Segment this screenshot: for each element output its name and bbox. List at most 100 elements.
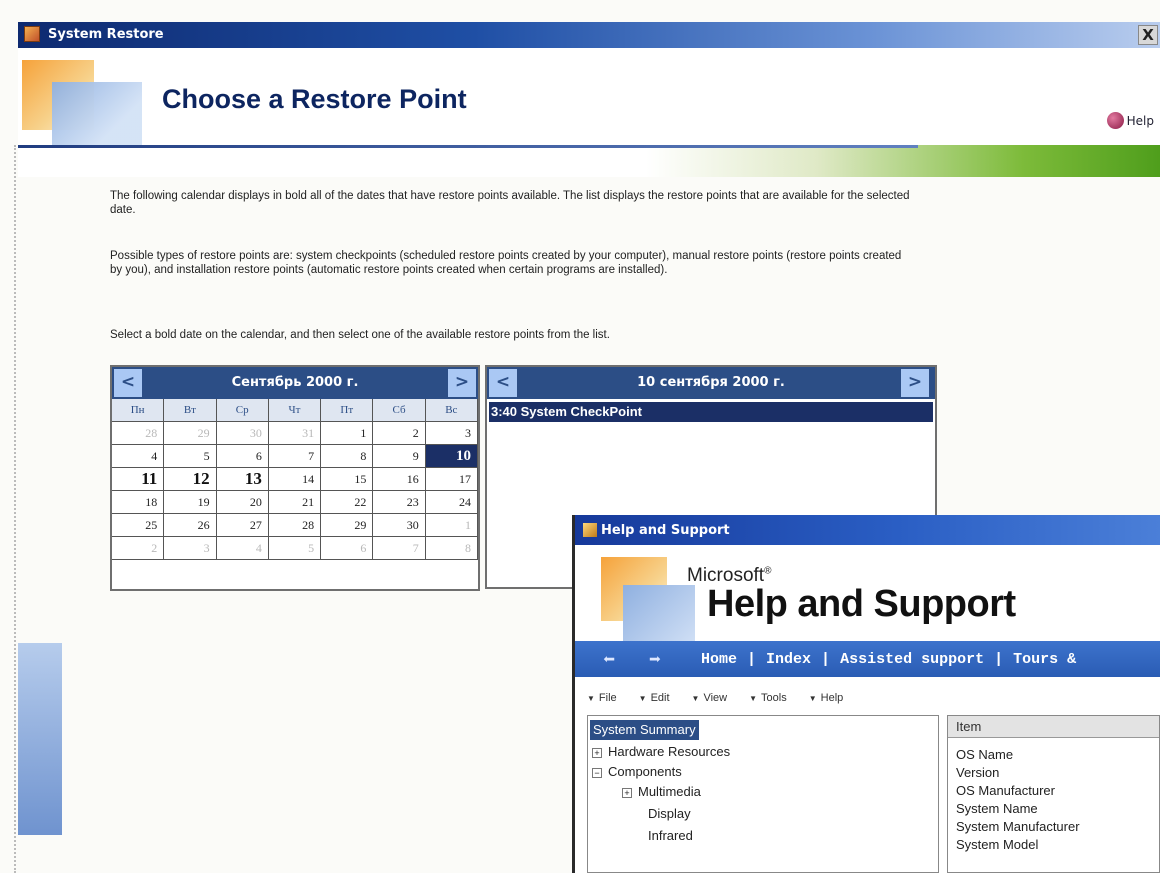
nav-link-home[interactable]: Home <box>701 651 737 668</box>
calendar-day[interactable]: 23 <box>373 491 426 514</box>
tree-item-hardware-resources[interactable]: + Hardware Resources <box>592 742 730 762</box>
close-button[interactable]: X <box>1138 25 1158 45</box>
calendar-day[interactable]: 2 <box>373 422 426 445</box>
calendar-day-with-restore-point[interactable]: 12 <box>164 468 217 491</box>
calendar-day[interactable]: 15 <box>321 468 374 491</box>
tree-item-multimedia[interactable]: + Multimedia <box>622 782 701 802</box>
calendar-day[interactable]: 28 <box>268 514 322 537</box>
calendar-day[interactable]: 3 <box>164 537 217 560</box>
header-accent-band <box>18 145 1160 177</box>
calendar-day[interactable]: 30 <box>216 422 269 445</box>
calendar-day[interactable]: 31 <box>268 422 322 445</box>
help-support-titlebar[interactable]: Help and Support <box>575 515 1160 545</box>
menu-tools[interactable]: ▼ Tools <box>749 692 787 704</box>
calendar-day[interactable]: 5 <box>164 445 217 468</box>
calendar-day[interactable]: 30 <box>373 514 426 537</box>
calendar-day-with-restore-point[interactable]: 11 <box>112 468 165 491</box>
calendar-day[interactable]: 29 <box>164 422 217 445</box>
calendar-day-with-restore-point[interactable]: 13 <box>216 468 269 491</box>
calendar-day[interactable]: 4 <box>216 537 269 560</box>
nav-link-assisted-support[interactable]: Assisted support <box>840 651 984 668</box>
calendar-day[interactable]: 20 <box>216 491 269 514</box>
calendar-day[interactable]: 18 <box>112 491 165 514</box>
calendar-day[interactable]: 16 <box>373 468 426 491</box>
help-link[interactable]: Help <box>1106 112 1154 129</box>
calendar-day[interactable]: 8 <box>425 537 478 560</box>
tree-item-infrared[interactable]: Infrared <box>648 826 693 846</box>
menu-label: Edit <box>650 692 670 704</box>
calendar-day[interactable]: 19 <box>164 491 217 514</box>
calendar-day[interactable]: 25 <box>112 514 165 537</box>
calendar-day[interactable]: 24 <box>425 491 478 514</box>
back-arrow-icon[interactable]: ⬅ <box>603 647 615 673</box>
nav-link-tours[interactable]: Tours & <box>1013 651 1076 668</box>
collapse-icon[interactable]: − <box>592 767 602 778</box>
menu-file[interactable]: ▼ File <box>587 692 617 704</box>
weekday-label: Вс <box>425 399 478 422</box>
weekday-label: Сб <box>373 399 426 422</box>
calendar-day[interactable]: 6 <box>321 537 374 560</box>
calendar-day[interactable]: 29 <box>321 514 374 537</box>
help-and-support-window: Help and Support Microsoft® Help and Sup… <box>572 515 1160 873</box>
detail-row[interactable]: System Model <box>956 836 1038 854</box>
forward-arrow-icon[interactable]: ➡ <box>649 647 661 673</box>
calendar-day[interactable]: 7 <box>373 537 426 560</box>
calendar-day[interactable]: 26 <box>164 514 217 537</box>
menu-label: File <box>598 692 617 704</box>
calendar-day[interactable]: 4 <box>112 445 165 468</box>
menu-label: Tools <box>761 692 787 704</box>
calendar-day[interactable]: 5 <box>268 537 322 560</box>
expand-icon[interactable]: + <box>592 747 602 758</box>
menu-label: View <box>703 692 728 704</box>
menu-help[interactable]: ▼ Help <box>809 692 844 704</box>
instruction-paragraph: The following calendar displays in bold … <box>110 190 910 216</box>
calendar-day[interactable]: 14 <box>268 468 322 491</box>
detail-row[interactable]: System Name <box>956 800 1038 818</box>
header-divider <box>18 145 918 148</box>
expand-icon[interactable]: + <box>622 787 632 798</box>
next-day-button[interactable]: > <box>901 369 929 397</box>
calendar-day[interactable]: 7 <box>268 445 322 468</box>
help-label: Help <box>1126 113 1154 128</box>
calendar-day[interactable]: 2 <box>112 537 165 560</box>
restore-list-date: 10 сентября 2000 г. <box>637 375 785 390</box>
help-navigation-bar: ⬅ ➡ Home | Index | Assisted support | Tours & <box>575 641 1160 677</box>
calendar-day[interactable]: 1 <box>321 422 374 445</box>
calendar-day[interactable]: 21 <box>268 491 322 514</box>
calendar-week: 4 5 6 7 8 9 10 <box>112 445 478 468</box>
calendar-day[interactable]: 3 <box>425 422 478 445</box>
tree-item-components[interactable]: − Components <box>592 762 682 782</box>
calendar-week: 28 29 30 31 1 2 3 <box>112 422 478 445</box>
calendar-day[interactable]: 17 <box>425 468 478 491</box>
tree-item-system-summary[interactable]: System Summary <box>590 720 699 740</box>
menu-arrow-icon: ▼ <box>691 694 700 703</box>
help-icon <box>1106 112 1124 129</box>
detail-row[interactable]: System Manufacturer <box>956 818 1080 836</box>
restore-list-header: < 10 сентября 2000 г. > <box>487 367 935 399</box>
calendar-day[interactable]: 22 <box>321 491 374 514</box>
tree-item-display[interactable]: Display <box>648 804 691 824</box>
tree-item-label: Multimedia <box>638 784 701 799</box>
detail-row[interactable]: OS Manufacturer <box>956 782 1055 800</box>
calendar-day-selected[interactable]: 10 <box>425 445 478 468</box>
next-month-button[interactable]: > <box>448 369 476 397</box>
nav-link-index[interactable]: Index <box>766 651 811 668</box>
menu-view[interactable]: ▼ View <box>692 692 728 704</box>
calendar-day[interactable]: 9 <box>373 445 426 468</box>
column-header-item[interactable]: Item <box>948 716 1159 738</box>
calendar-day[interactable]: 6 <box>216 445 269 468</box>
calendar-day[interactable]: 27 <box>216 514 269 537</box>
calendar-week: 18 19 20 21 22 23 24 <box>112 491 478 514</box>
detail-row[interactable]: Version <box>956 764 999 782</box>
weekday-label: Пт <box>321 399 374 422</box>
system-restore-titlebar[interactable]: System Restore X <box>18 22 1160 48</box>
calendar-day[interactable]: 8 <box>321 445 374 468</box>
menu-edit[interactable]: ▼ Edit <box>639 692 670 704</box>
calendar-day[interactable]: 28 <box>112 422 165 445</box>
weekday-label: Ср <box>216 399 269 422</box>
page-title: Choose a Restore Point <box>162 84 467 114</box>
restore-point-item[interactable]: 3:40 System CheckPoint <box>489 402 933 422</box>
weekday-row: Пн Вт Ср Чт Пт Сб Вс <box>112 399 478 422</box>
detail-row[interactable]: OS Name <box>956 746 1013 764</box>
calendar-day[interactable]: 1 <box>425 514 478 537</box>
